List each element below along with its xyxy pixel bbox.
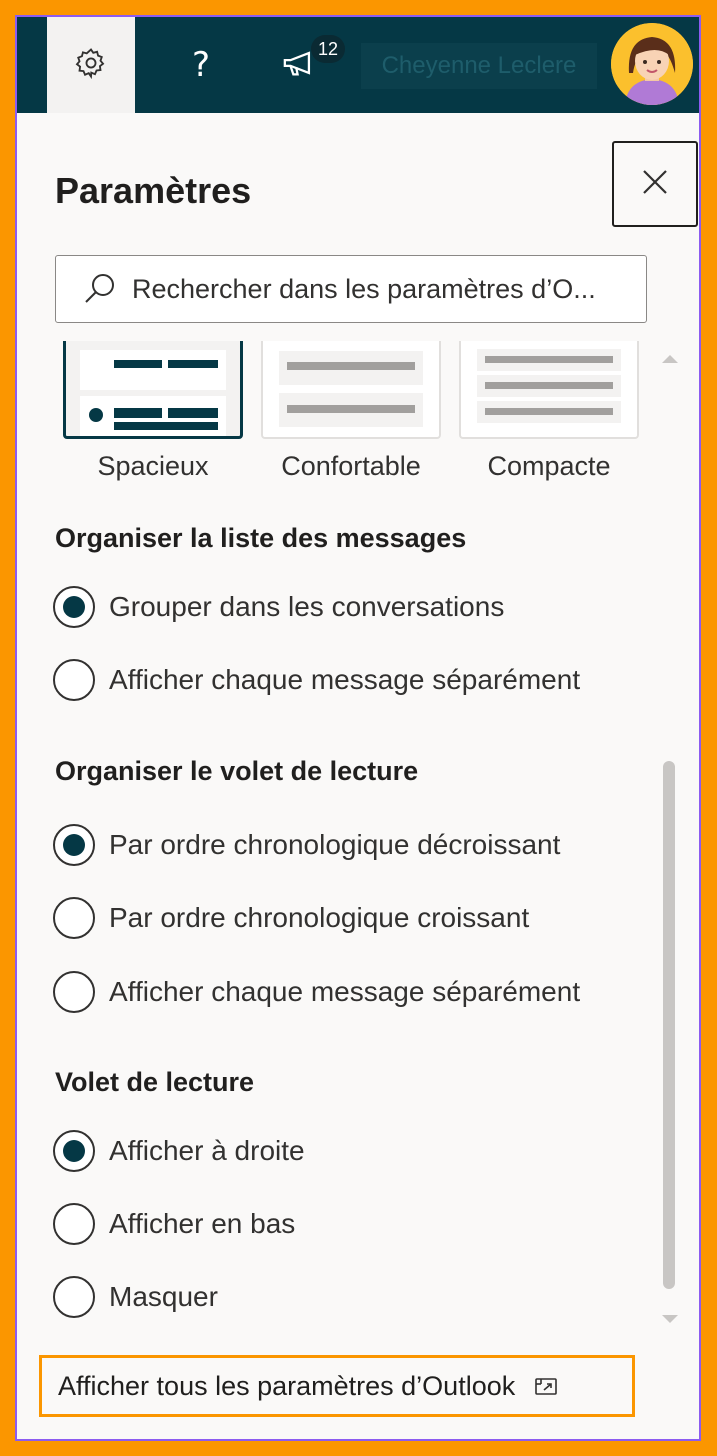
settings-window: ? 12 Cheyenne Leclere Paramètres Recherc…: [15, 15, 701, 1441]
radio-button[interactable]: [53, 586, 95, 628]
scroll-down-arrow[interactable]: [662, 1315, 678, 1323]
external-link-icon: [535, 1376, 558, 1396]
radio-button[interactable]: [53, 1130, 95, 1172]
radio-show-separately-list[interactable]: Afficher chaque message séparément: [53, 656, 580, 704]
radio-label: Masquer: [109, 1281, 218, 1312]
search-input[interactable]: [132, 273, 642, 305]
user-name-button[interactable]: Cheyenne Leclere: [361, 43, 597, 89]
density-label-comfortable: Confortable: [281, 451, 421, 481]
gear-icon: [74, 46, 108, 85]
section-title-message-list: Organiser la liste des messages: [55, 523, 467, 553]
scroll-up-arrow[interactable]: [662, 355, 678, 363]
top-bar: ? 12 Cheyenne Leclere: [17, 17, 699, 113]
settings-button[interactable]: [47, 17, 135, 113]
help-button[interactable]: ?: [157, 17, 245, 113]
radio-group-conversations[interactable]: Grouper dans les conversations: [53, 583, 504, 631]
section-title-reading-pane-order: Organiser le volet de lecture: [55, 756, 419, 786]
view-all-settings-link[interactable]: Afficher tous les paramètres d’Outlook: [39, 1355, 635, 1417]
radio-show-right[interactable]: Afficher à droite: [53, 1127, 305, 1175]
radio-hide[interactable]: Masquer: [53, 1273, 218, 1321]
section-title-reading-pane: Volet de lecture: [55, 1067, 255, 1097]
radio-button[interactable]: [53, 1203, 95, 1245]
radio-label: Afficher chaque message séparément: [109, 976, 581, 1007]
radio-button[interactable]: [53, 1276, 95, 1318]
radio-button[interactable]: [53, 659, 95, 701]
notification-count-badge: 12: [311, 35, 345, 63]
density-label-spacious: Spacieux: [97, 451, 209, 481]
close-icon: [640, 167, 670, 202]
radio-oldest-first[interactable]: Par ordre chronologique croissant: [53, 894, 529, 942]
density-card-comfortable[interactable]: [261, 341, 441, 439]
scrollbar-thumb[interactable]: [663, 761, 675, 1289]
search-icon: [82, 271, 118, 307]
radio-label: Afficher chaque message séparément: [109, 664, 581, 695]
avatar[interactable]: [611, 23, 693, 105]
radio-label: Par ordre chronologique croissant: [109, 902, 530, 933]
density-card-compact[interactable]: [459, 341, 639, 439]
radio-label: Par ordre chronologique décroissant: [109, 829, 561, 860]
density-label-compact: Compacte: [487, 451, 611, 481]
radio-show-bottom[interactable]: Afficher en bas: [53, 1200, 295, 1248]
radio-label: Afficher à droite: [109, 1135, 305, 1166]
radio-button[interactable]: [53, 897, 95, 939]
close-button[interactable]: [612, 141, 698, 227]
radio-show-separately-pane[interactable]: Afficher chaque message séparément: [53, 968, 580, 1016]
radio-label: Grouper dans les conversations: [109, 591, 505, 622]
radio-button[interactable]: [53, 971, 95, 1013]
notifications-button[interactable]: [255, 17, 343, 113]
view-all-settings-label: Afficher tous les paramètres d’Outlook: [58, 1370, 516, 1401]
radio-button[interactable]: [53, 824, 95, 866]
density-card-spacious[interactable]: [63, 341, 243, 439]
panel-title: Paramètres: [55, 170, 252, 211]
search-box[interactable]: [55, 255, 647, 323]
density-options: [55, 341, 655, 441]
radio-label: Afficher en bas: [109, 1208, 296, 1239]
radio-newest-first[interactable]: Par ordre chronologique décroissant: [53, 821, 560, 869]
